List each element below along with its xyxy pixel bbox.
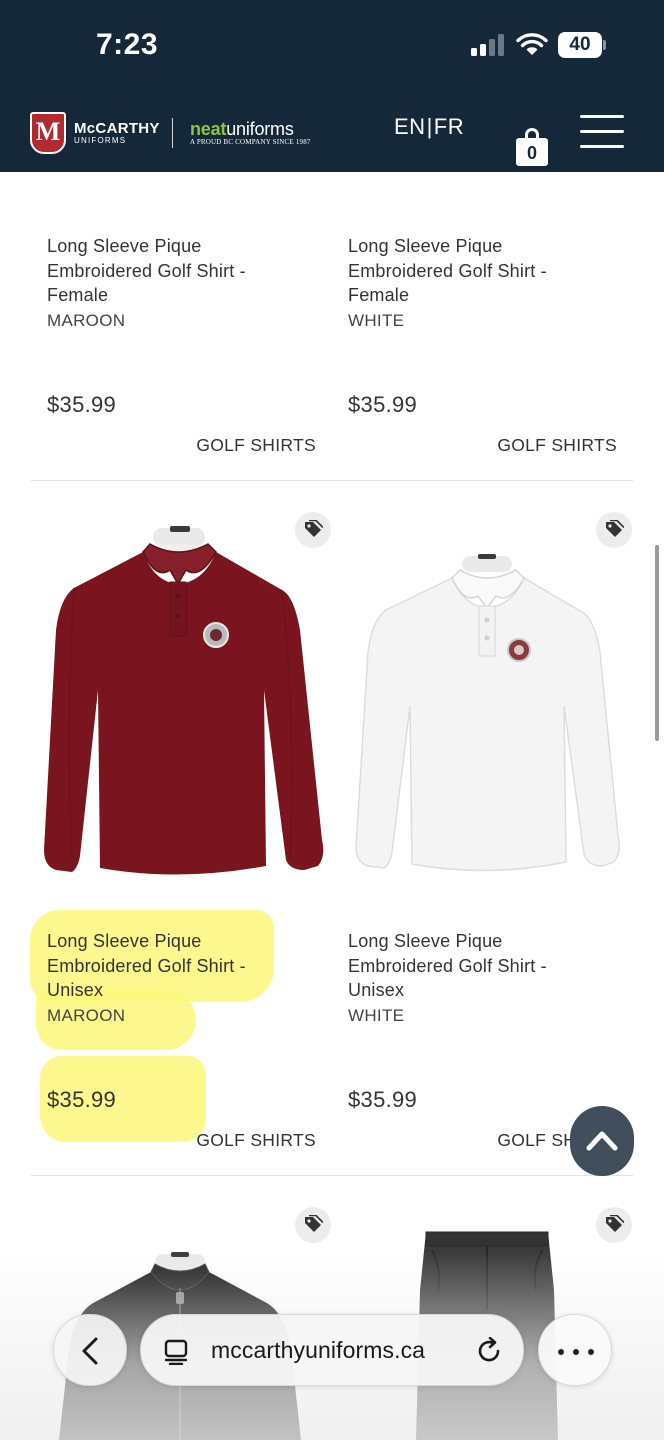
neatuniforms-tagline: A PROUD BC COMPANY SINCE 1987	[190, 138, 311, 146]
tag-icon	[606, 520, 624, 537]
neat-logo-rest: uniforms	[226, 119, 294, 139]
menu-icon[interactable]	[580, 114, 624, 150]
address-bar[interactable]: mccarthyuniforms.ca	[140, 1314, 524, 1386]
product-price: $35.99	[47, 392, 117, 417]
neatuniforms-logo[interactable]: neatuniforms	[190, 119, 294, 140]
browser-back-button[interactable]	[53, 1314, 127, 1386]
status-time: 7:23	[96, 28, 159, 61]
tag-icon	[305, 1215, 323, 1232]
product-title[interactable]: Long Sleeve Pique Embroidered Golf Shirt…	[348, 929, 588, 1003]
top-bar: 7:23 40 M McCARTHY UNIFORMS neatuniforms…	[0, 0, 664, 172]
product-card[interactable]: Long Sleeve Pique Embroidered Golf Shirt…	[31, 929, 331, 1165]
product-title[interactable]: Long Sleeve Pique Embroidered Golf Shirt…	[47, 234, 287, 308]
lang-en-link[interactable]: EN	[394, 114, 426, 139]
neat-logo-bold: neat	[190, 119, 227, 139]
product-color: MAROON	[47, 311, 126, 330]
lang-fr-link[interactable]: FR	[434, 114, 464, 139]
mccarthy-logo-subtext: UNIFORMS	[74, 136, 127, 145]
product-color: MAROON	[47, 1006, 126, 1025]
product-image-white-shirt[interactable]	[344, 548, 624, 878]
reload-icon[interactable]	[477, 1337, 503, 1365]
product-color: WHITE	[348, 311, 405, 330]
chevron-left-icon	[82, 1337, 98, 1365]
product-image-maroon-shirt[interactable]	[38, 520, 328, 886]
tag-button[interactable]	[596, 512, 632, 548]
product-price: $35.99	[47, 1087, 117, 1112]
more-dot	[558, 1349, 564, 1355]
lang-separator: |	[426, 114, 433, 139]
product-color: WHITE	[348, 1006, 405, 1025]
mccarthy-logo-icon[interactable]: M	[30, 112, 66, 154]
wifi-icon	[516, 33, 548, 55]
row-divider	[31, 480, 633, 481]
product-card[interactable]: Long Sleeve Pique Embroidered Golf Shirt…	[31, 234, 331, 470]
product-category[interactable]: GOLF SHIRTS	[497, 435, 617, 456]
cart-count: 0	[516, 138, 548, 166]
tag-icon	[305, 520, 323, 537]
page-scrollbar[interactable]	[655, 545, 659, 741]
product-price: $35.99	[348, 392, 418, 417]
battery-icon: 40	[558, 32, 606, 58]
tag-button[interactable]	[295, 512, 331, 548]
cellular-signal-icon	[471, 34, 505, 56]
row-divider	[31, 1175, 633, 1176]
product-category[interactable]: GOLF SHIRTS	[196, 435, 316, 456]
tag-button[interactable]	[596, 1207, 632, 1243]
back-to-top-button[interactable]	[570, 1106, 634, 1176]
status-bar: 7:23 40	[0, 0, 664, 92]
site-header: M McCARTHY UNIFORMS neatuniforms A PROUD…	[0, 92, 664, 172]
product-category[interactable]: GOLF SHIRTS	[196, 1130, 316, 1151]
more-options-button[interactable]	[538, 1314, 612, 1386]
cart-button[interactable]: 0	[516, 128, 548, 168]
language-switcher: EN|FR	[394, 114, 464, 140]
tab-overview-icon[interactable]	[163, 1339, 189, 1365]
battery-level: 40	[558, 32, 602, 58]
chevron-up-icon	[586, 1131, 618, 1151]
product-title[interactable]: Long Sleeve Pique Embroidered Golf Shirt…	[47, 929, 287, 1003]
tag-button[interactable]	[295, 1207, 331, 1243]
battery-tip	[603, 40, 606, 50]
product-price: $35.99	[348, 1087, 418, 1112]
mccarthy-logo-text[interactable]: McCARTHY	[74, 120, 160, 137]
logo-divider	[172, 118, 173, 148]
tag-icon	[606, 1215, 624, 1232]
product-card[interactable]: Long Sleeve Pique Embroidered Golf Shirt…	[332, 234, 632, 470]
url-text[interactable]: mccarthyuniforms.ca	[211, 1337, 425, 1364]
more-dot	[573, 1349, 579, 1355]
more-dot	[588, 1349, 594, 1355]
product-title[interactable]: Long Sleeve Pique Embroidered Golf Shirt…	[348, 234, 588, 308]
